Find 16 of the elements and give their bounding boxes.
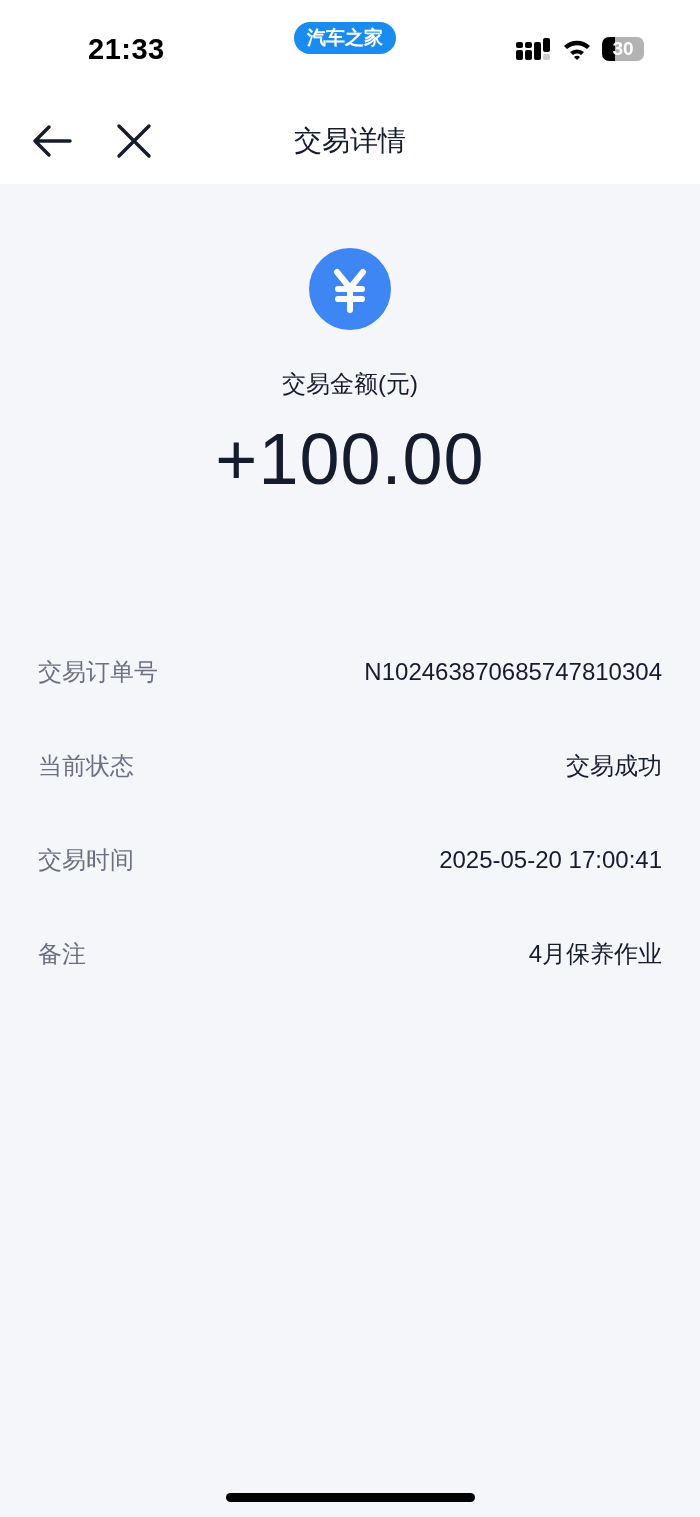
detail-label: 备注 (38, 939, 86, 969)
amount-label: 交易金额(元) (282, 369, 418, 399)
detail-value: 4月保养作业 (528, 939, 662, 969)
detail-value: 2025-05-20 17:00:41 (439, 846, 662, 874)
detail-label: 交易时间 (38, 845, 134, 875)
status-time: 21:33 (88, 32, 165, 66)
amount-value: +100.00 (215, 418, 485, 500)
wifi-icon (562, 38, 592, 60)
detail-label: 交易订单号 (38, 657, 158, 687)
signal-icon (516, 38, 552, 60)
detail-label: 当前状态 (38, 751, 134, 781)
detail-value: 交易成功 (566, 751, 662, 781)
yuan-icon (309, 248, 391, 330)
detail-value: N102463870685747810304 (364, 658, 662, 686)
app-badge: 汽车之家 (294, 22, 396, 54)
page-title: 交易详情 (294, 125, 406, 156)
